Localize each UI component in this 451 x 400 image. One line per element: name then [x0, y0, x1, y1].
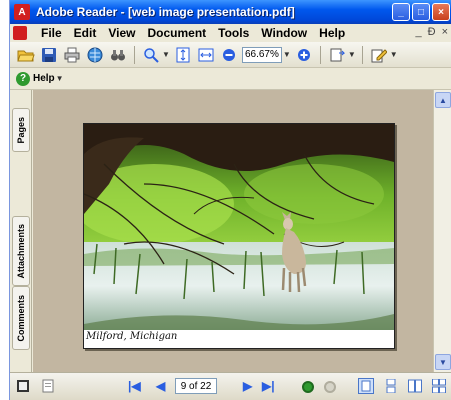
binoculars-icon: [111, 49, 125, 60]
doc-restore-button[interactable]: Ɖ: [428, 26, 436, 38]
toolbar-separator: [319, 45, 321, 64]
fit-width-icon: [198, 48, 214, 61]
doc-close-button[interactable]: ×: [442, 26, 448, 38]
scroll-up-button[interactable]: ▲: [435, 92, 451, 108]
print-button[interactable]: [62, 45, 82, 65]
continuous-facing-layout-button[interactable]: [432, 378, 446, 396]
zoom-in-button[interactable]: [294, 45, 314, 65]
email-button[interactable]: [85, 45, 105, 65]
minimize-button[interactable]: _: [392, 3, 410, 21]
window-title: Adobe Reader - [web image presentation.p…: [36, 5, 295, 19]
email-globe-icon: [87, 47, 103, 62]
next-page-button[interactable]: ▶: [243, 379, 252, 393]
tasks-button[interactable]: [369, 45, 389, 65]
help-button[interactable]: ? Help ▼: [16, 71, 64, 86]
zoom-level-dropdown-arrow[interactable]: ▼: [283, 50, 291, 59]
save-button[interactable]: [39, 45, 59, 65]
zoom-out-button[interactable]: [219, 45, 239, 65]
continuous-facing-icon: [432, 378, 446, 394]
go-back-view-button[interactable]: [302, 381, 314, 393]
continuous-pages-icon: [386, 378, 396, 394]
go-forward-view-button[interactable]: [324, 381, 336, 393]
toolbar-separator: [361, 45, 363, 64]
menu-window[interactable]: Window: [255, 24, 313, 42]
tab-pages[interactable]: Pages: [12, 108, 30, 152]
adobe-reader-app-icon: A: [14, 4, 30, 20]
search-button[interactable]: [108, 45, 128, 65]
photo-caption: Milford, Michigan: [86, 331, 178, 342]
menu-view[interactable]: View: [102, 24, 141, 42]
floppy-disk-icon: [42, 47, 56, 62]
previous-page-button[interactable]: ◀: [156, 379, 165, 393]
single-page-icon: [358, 378, 374, 394]
fit-width-button[interactable]: [196, 45, 216, 65]
adobe-reader-window: A Adobe Reader - [web image presentation…: [9, 0, 451, 400]
help-label: Help: [33, 73, 55, 84]
save-copy-button[interactable]: [42, 379, 54, 396]
navigation-panel-tabs: Pages Attachments Comments: [10, 90, 32, 372]
facing-pages-icon: [408, 379, 422, 393]
help-toolbar: ? Help ▼: [10, 68, 451, 90]
deer-in-marsh-photo: [84, 124, 394, 330]
fit-page-button[interactable]: [173, 45, 193, 65]
facing-layout-button[interactable]: [408, 379, 422, 396]
menu-tools[interactable]: Tools: [212, 24, 255, 42]
page-number-field[interactable]: 9 of 22: [175, 378, 217, 394]
first-page-button[interactable]: |◀: [128, 379, 141, 393]
tab-pages-label: Pages: [16, 116, 26, 144]
menu-file[interactable]: File: [35, 24, 68, 42]
pdf-page: Milford, Michigan: [83, 123, 395, 349]
menu-document[interactable]: Document: [141, 24, 212, 42]
close-button[interactable]: ×: [432, 3, 450, 21]
view-dimensions-button[interactable]: [16, 379, 30, 396]
main-toolbar: ▼ 66.67% ▼ ▼ ▼: [10, 42, 451, 68]
continuous-layout-button[interactable]: [384, 378, 398, 396]
zoom-out-icon: [222, 48, 235, 61]
last-page-button[interactable]: ▶|: [262, 379, 275, 393]
rotate-dropdown-arrow[interactable]: ▼: [348, 50, 356, 59]
tasks-dropdown-arrow[interactable]: ▼: [390, 50, 398, 59]
help-dropdown-arrow: ▼: [55, 74, 64, 83]
document-view[interactable]: Milford, Michigan: [33, 90, 433, 372]
document-icon: [42, 379, 54, 393]
document-icon[interactable]: [13, 26, 27, 40]
rotate-view-button[interactable]: [327, 45, 347, 65]
status-bar: |◀ ◀ 9 of 22 ▶ ▶|: [10, 372, 451, 400]
tab-attachments-label: Attachments: [16, 223, 26, 279]
scroll-down-button[interactable]: ▼: [435, 354, 451, 370]
menu-help[interactable]: Help: [313, 24, 351, 42]
zoom-tool-dropdown-arrow[interactable]: ▼: [162, 50, 170, 59]
magnifier-icon: [144, 47, 159, 63]
printer-icon: [64, 47, 80, 62]
toolbar-separator: [134, 45, 135, 64]
page-dimensions-icon: [17, 380, 29, 392]
title-bar[interactable]: A Adobe Reader - [web image presentation…: [10, 0, 451, 24]
tab-attachments[interactable]: Attachments: [12, 216, 30, 286]
vertical-scrollbar[interactable]: ▲ ▼: [433, 90, 451, 372]
open-button[interactable]: [16, 45, 36, 65]
tab-comments-label: Comments: [16, 294, 26, 342]
tab-comments[interactable]: Comments: [12, 286, 30, 350]
zoom-level-input[interactable]: 66.67%: [241, 46, 282, 63]
window-controls: _ □ ×: [392, 3, 450, 21]
zoom-in-icon: [297, 48, 310, 61]
pencil-document-icon: [371, 48, 387, 62]
menu-bar: File Edit View Document Tools Window Hel…: [10, 24, 451, 42]
help-question-icon: ?: [16, 71, 30, 86]
folder-open-icon: [17, 50, 35, 61]
single-page-layout-button[interactable]: [358, 378, 374, 397]
rotate-page-icon: [330, 48, 345, 61]
doc-minimize-button[interactable]: _: [415, 26, 421, 38]
fit-page-icon: [176, 47, 190, 62]
menu-edit[interactable]: Edit: [68, 24, 103, 42]
document-window-controls: _ Ɖ ×: [415, 26, 448, 38]
maximize-button[interactable]: □: [412, 3, 430, 21]
zoom-tool-button[interactable]: [141, 45, 161, 65]
